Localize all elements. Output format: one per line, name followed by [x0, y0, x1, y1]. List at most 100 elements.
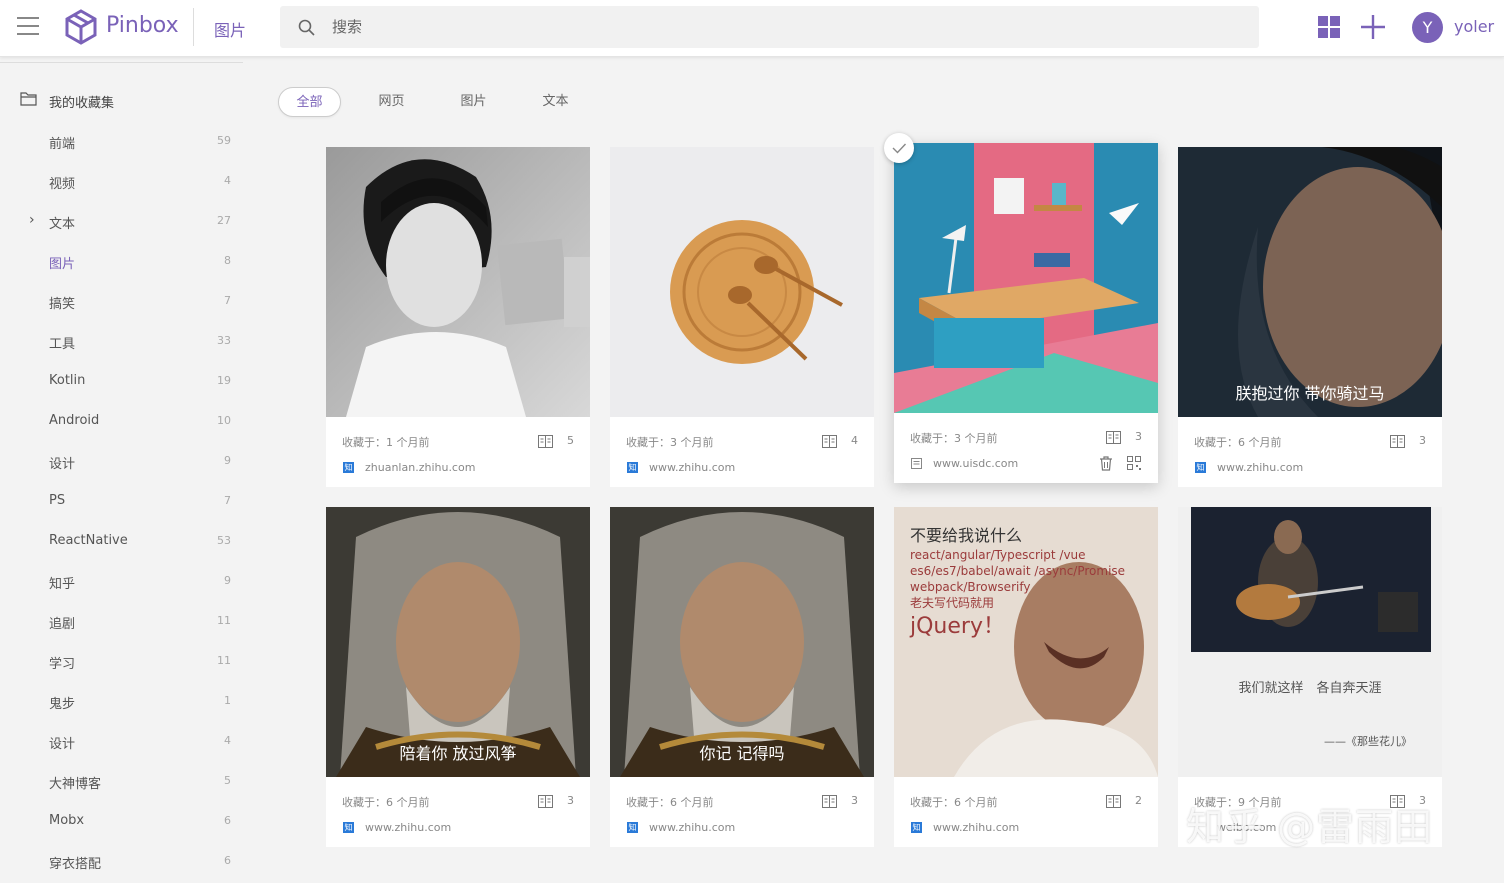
book-icon[interactable]	[538, 435, 553, 448]
app-name[interactable]: Pinbox	[106, 13, 179, 38]
avatar[interactable]: Y	[1412, 12, 1443, 43]
filter-web[interactable]: 网页	[360, 87, 423, 117]
sidebar-item-count: 11	[217, 614, 231, 627]
filter-all[interactable]: 全部	[278, 87, 341, 117]
sidebar-item-count: 10	[217, 414, 231, 427]
card-image[interactable]	[610, 147, 874, 417]
sidebar-item[interactable]: 设计 4	[0, 720, 243, 760]
sidebar-item[interactable]: Mobx 6	[0, 800, 243, 840]
source-link[interactable]: www.zhihu.com	[365, 821, 451, 834]
sidebar-item-count: 53	[217, 534, 231, 547]
sidebar-item-label: 前端	[49, 137, 76, 152]
saved-time: 收藏于：3 个月前	[626, 436, 714, 449]
image-card[interactable]: 收藏于：1 个月前 5 知 zhuanlan.zhihu.com	[326, 147, 590, 487]
meme-text: jQuery！	[909, 614, 1005, 639]
book-icon[interactable]	[1106, 795, 1121, 808]
pinbox-logo-icon	[65, 9, 97, 45]
sidebar-item[interactable]: 视频 4	[0, 160, 243, 200]
add-icon[interactable]	[1361, 15, 1385, 39]
image-card[interactable]: 不要给我说什么 react/angular/Typescript /vue es…	[894, 507, 1158, 847]
card-image[interactable]: 不要给我说什么 react/angular/Typescript /vue es…	[894, 507, 1158, 777]
item-count: 5	[567, 434, 574, 447]
saved-time: 收藏于：6 个月前	[342, 796, 430, 809]
sidebar-item-label: Kotlin	[49, 373, 86, 388]
source-link[interactable]: www.zhihu.com	[649, 461, 735, 474]
meme-text: 不要给我说什么	[910, 526, 1022, 545]
sidebar-item[interactable]: PS 7	[0, 480, 243, 520]
qr-code-icon[interactable]	[1127, 456, 1141, 470]
sidebar-item[interactable]: 知乎 9	[0, 560, 243, 600]
card-image[interactable]: 我们就这样 各自奔天涯 ——《那些花儿》	[1178, 507, 1442, 777]
username[interactable]: yoler	[1454, 17, 1494, 36]
source-link[interactable]: www.uisdc.com	[933, 457, 1018, 470]
sidebar-item[interactable]: 追剧 11	[0, 600, 243, 640]
sidebar-item-label: 工具	[49, 337, 76, 352]
menu-icon[interactable]	[17, 17, 39, 37]
zhihu-icon: 知	[627, 462, 638, 473]
select-check-icon[interactable]	[884, 133, 914, 163]
book-icon[interactable]	[538, 795, 553, 808]
source-link[interactable]: zhuanlan.zhihu.com	[365, 461, 475, 474]
sidebar-item[interactable]: 工具 33	[0, 320, 243, 360]
filter-text[interactable]: 文本	[524, 87, 587, 117]
zhihu-icon: 知	[343, 462, 354, 473]
sidebar-item-count: 6	[224, 814, 231, 827]
sidebar-item[interactable]: Kotlin 19	[0, 360, 243, 400]
sidebar-item-label: 设计	[49, 457, 76, 472]
sidebar-item[interactable]: 图片 8	[0, 240, 243, 280]
item-count: 3	[567, 794, 574, 807]
sidebar-item-count: 9	[224, 454, 231, 467]
sidebar-item[interactable]: Android 10	[0, 400, 243, 440]
sidebar-item[interactable]: 搞笑 7	[0, 280, 243, 320]
sidebar-item-label: 视频	[49, 177, 76, 192]
sidebar-item[interactable]: 大神博客 5	[0, 760, 243, 800]
image-card[interactable]: 陪着你 放过风筝 收藏于：6 个月前 3 知 www.zhihu.com	[326, 507, 590, 847]
meme-text: webpack/Browserify	[910, 580, 1030, 594]
image-caption: 你记 记得吗	[699, 744, 784, 763]
search-bar[interactable]	[280, 6, 1259, 48]
sidebar-item-label: 知乎	[49, 577, 76, 592]
sidebar-item[interactable]: 前端 59	[0, 120, 243, 160]
sidebar-item-label: 穿衣搭配	[49, 857, 102, 872]
card-image[interactable]: 你记 记得吗	[610, 507, 874, 777]
source-link[interactable]: www.zhihu.com	[649, 821, 735, 834]
grid-view-icon[interactable]	[1318, 16, 1340, 38]
zhihu-icon: 知	[1195, 462, 1206, 473]
chevron-right-icon[interactable]: ›	[29, 212, 35, 228]
card-image[interactable]: 陪着你 放过风筝	[326, 507, 590, 777]
item-count: 2	[1135, 794, 1142, 807]
sidebar-item-label: 大神博客	[49, 777, 102, 792]
book-icon[interactable]	[1106, 431, 1121, 444]
book-icon[interactable]	[822, 435, 837, 448]
sidebar-item-label: 图片	[49, 257, 76, 272]
sidebar-item-label: ReactNative	[49, 533, 128, 548]
image-caption: 朕抱过你 带你骑过马	[1235, 384, 1384, 403]
sidebar-item[interactable]: 学习 11	[0, 640, 243, 680]
card-image[interactable]	[326, 147, 590, 417]
sidebar-item[interactable]: ReactNative 53	[0, 520, 243, 560]
zhihu-icon: 知	[627, 822, 638, 833]
sidebar-item-count: 11	[217, 654, 231, 667]
poem-signature: ——《那些花儿》	[1324, 734, 1412, 748]
sidebar-root-label: 我的收藏集	[49, 96, 115, 111]
card-image[interactable]: 朕抱过你 带你骑过马	[1178, 147, 1442, 417]
source-link[interactable]: www.zhihu.com	[1217, 461, 1303, 474]
trash-icon[interactable]	[1099, 456, 1113, 471]
divider	[0, 62, 243, 63]
sidebar-item[interactable]: 设计 9	[0, 440, 243, 480]
sidebar-item[interactable]: › 文本 27	[0, 200, 243, 240]
sidebar-item-label: 搞笑	[49, 297, 76, 312]
book-icon[interactable]	[822, 795, 837, 808]
filter-image[interactable]: 图片	[442, 87, 505, 117]
search-input[interactable]	[332, 6, 1232, 48]
image-card[interactable]: 你记 记得吗 收藏于：6 个月前 3 知 www.zhihu.com	[610, 507, 874, 847]
image-card-selected[interactable]: 收藏于：3 个月前 3 www.uisdc.com	[894, 143, 1158, 483]
card-image[interactable]	[894, 143, 1158, 413]
sidebar-item[interactable]: 鬼步 1	[0, 680, 243, 720]
sidebar-item-label: 鬼步	[49, 697, 76, 712]
image-card[interactable]: 朕抱过你 带你骑过马 收藏于：6 个月前 3 知 www.zhihu.com	[1178, 147, 1442, 487]
sidebar-item[interactable]: 穿衣搭配 6	[0, 840, 243, 880]
book-icon[interactable]	[1390, 435, 1405, 448]
source-link[interactable]: www.zhihu.com	[933, 821, 1019, 834]
image-card[interactable]: 收藏于：3 个月前 4 知 www.zhihu.com	[610, 147, 874, 487]
